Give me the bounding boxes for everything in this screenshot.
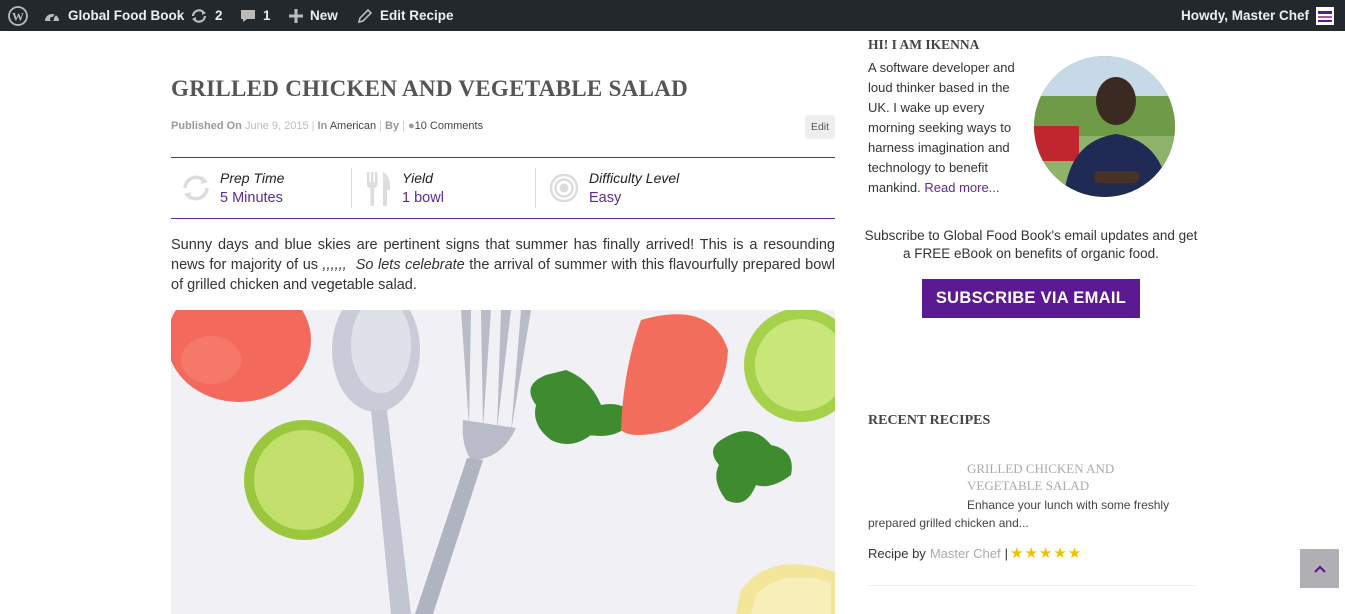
refresh-icon — [183, 175, 209, 201]
fork-knife-icon — [367, 172, 391, 206]
comments-link[interactable]: 10 Comments — [415, 120, 483, 132]
pencil-icon — [357, 8, 373, 23]
recipe-author-link[interactable]: Master Chef — [930, 546, 1001, 561]
prep-time: Prep Time 5 Minutes — [179, 158, 354, 217]
edit-recipe-link[interactable]: Edit Recipe — [357, 0, 454, 31]
recent-recipe-title[interactable]: GRILLED CHICKEN AND VEGETABLE SALAD — [967, 460, 1187, 494]
comments-count: 1 — [263, 8, 271, 23]
back-to-top-button[interactable] — [1300, 549, 1339, 588]
star-icon: ★ — [1053, 545, 1067, 562]
edit-button[interactable]: Edit — [805, 115, 835, 139]
updates-icon — [191, 8, 207, 23]
category-link[interactable]: American — [330, 120, 376, 132]
difficulty-value: Easy — [589, 190, 622, 206]
star-icon: ★ — [1038, 545, 1053, 562]
prep-time-label: Prep Time — [220, 170, 285, 186]
target-icon — [549, 173, 579, 203]
post-meta: Published On June 9, 2015 | In American | By… — [171, 120, 484, 132]
star-icon: ★ — [1024, 545, 1038, 562]
about-heading: HI! I AM IKENNA — [868, 37, 980, 52]
new-label: New — [310, 8, 338, 23]
new-link[interactable]: New — [289, 0, 338, 31]
wordpress-logo-icon[interactable]: W — [8, 0, 28, 31]
difficulty: Difficulty Level Easy — [549, 158, 829, 217]
comments-icon: ● — [407, 120, 415, 132]
star-rating: ★ ★ ★ ★ ★ — [1010, 546, 1081, 561]
account-menu[interactable]: Howdy, Master Chef — [1181, 0, 1335, 31]
subscribe-button[interactable]: SUBSCRIBE VIA EMAIL — [922, 279, 1140, 318]
post-date: June 9, 2015 — [244, 120, 309, 132]
salad-ingredients-illustration — [171, 310, 835, 614]
intro-marks: ,,,,,, — [322, 257, 347, 273]
site-name-link[interactable]: Global Food Book — [43, 0, 184, 31]
about-bio: A software developer and loud thinker ba… — [868, 60, 1015, 195]
author-photo — [1034, 56, 1175, 197]
yield: Yield 1 bowl — [361, 158, 531, 217]
yield-value: 1 bowl — [402, 190, 444, 206]
read-more-link[interactable]: Read more... — [924, 180, 999, 195]
admin-bar: W Global Food Book 2 1 New Edit Recipe H… — [0, 0, 1345, 31]
comments-link[interactable]: 1 — [240, 0, 271, 31]
star-icon: ★ — [1010, 545, 1024, 562]
recipe-info-box: Prep Time 5 Minutes Yield 1 bowl Difficu… — [171, 157, 835, 219]
yield-label: Yield — [402, 170, 433, 186]
site-name: Global Food Book — [68, 8, 185, 23]
svg-text:W: W — [12, 9, 24, 23]
recent-recipe-byline: Recipe by Master Chef | ★ ★ ★ ★ ★ — [868, 545, 1082, 562]
dashboard-icon — [45, 13, 59, 21]
howdy-text: Howdy, Master Chef — [1181, 8, 1310, 23]
intro-paragraph: Sunny days and blue skies are pertinent … — [171, 237, 836, 293]
star-icon: ★ — [1067, 545, 1082, 562]
author-avatar — [1034, 56, 1175, 197]
in-label: In — [317, 120, 328, 132]
plus-icon — [289, 8, 303, 23]
prep-time-value: 5 Minutes — [220, 190, 283, 206]
by-label: By — [385, 120, 400, 132]
recipe-hero-image — [171, 310, 835, 614]
updates-link[interactable]: 2 — [190, 0, 223, 31]
post-title: GRILLED CHICKEN AND VEGETABLE SALAD — [171, 76, 689, 101]
difficulty-label: Difficulty Level — [589, 170, 680, 186]
comment-icon — [241, 9, 255, 22]
info-divider — [535, 168, 536, 208]
info-divider — [351, 168, 352, 208]
subscribe-text: Subscribe to Global Food Book's email up… — [864, 228, 1198, 261]
user-avatar-icon — [1316, 6, 1335, 25]
recent-recipes-heading: RECENT RECIPES — [868, 413, 991, 428]
intro-emphasis: So lets celebrate — [355, 257, 465, 273]
updates-count: 2 — [215, 8, 223, 23]
chevron-up-icon — [1313, 564, 1326, 573]
divider — [868, 585, 1196, 586]
edit-recipe-label: Edit Recipe — [380, 8, 454, 23]
published-label: Published On — [171, 120, 242, 132]
recent-recipe-excerpt: Enhance your lunch with some freshly pre… — [868, 498, 1170, 530]
recipe-by-label: Recipe by — [868, 546, 926, 561]
